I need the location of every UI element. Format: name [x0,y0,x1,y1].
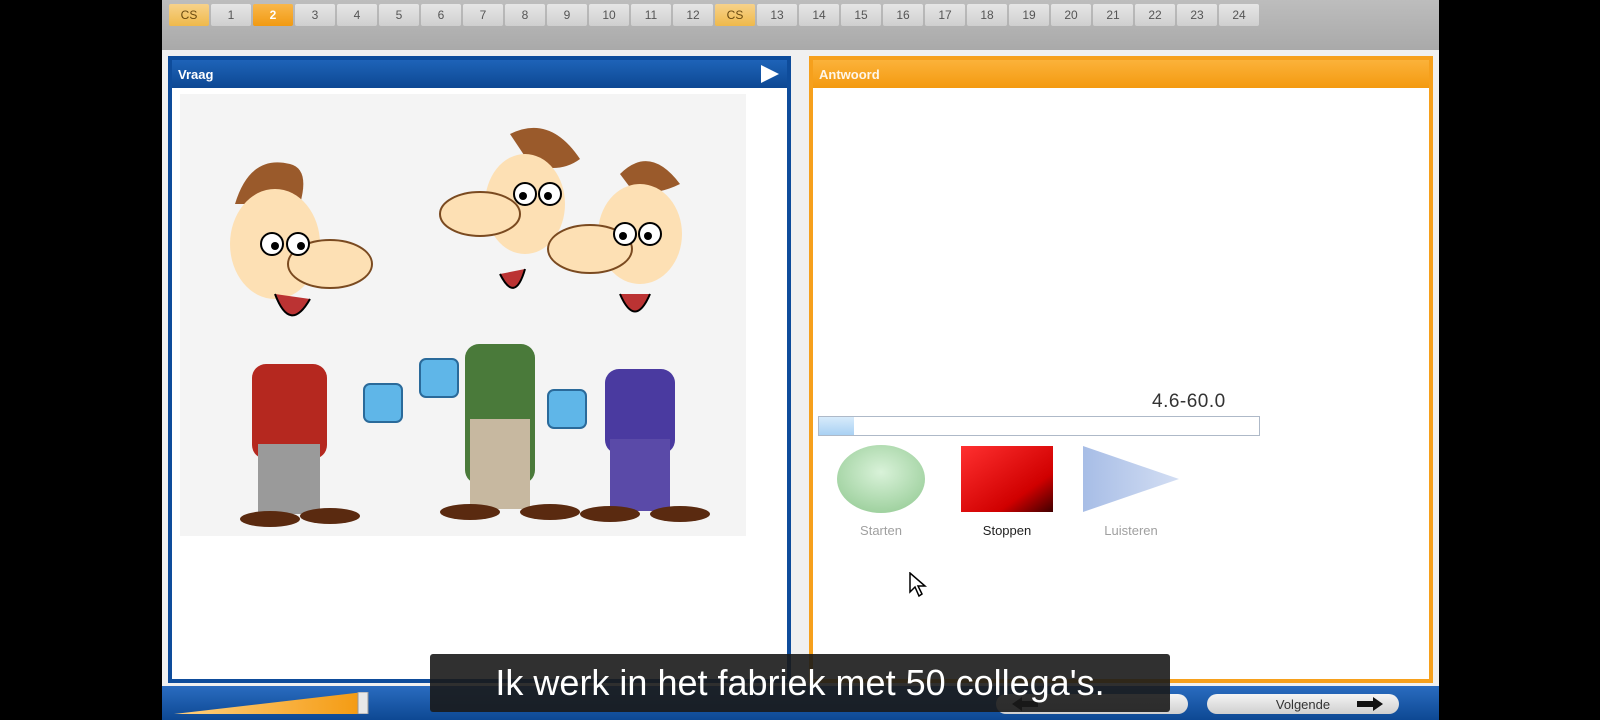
recording-timer: 4.6-60.0 [1152,391,1226,412]
nav-item-15[interactable]: 15 [841,4,881,26]
listen-button[interactable]: Luisteren [1081,444,1181,538]
nav-item-9[interactable]: 9 [547,4,587,26]
nav-item-3[interactable]: 3 [295,4,335,26]
three-men-with-coffee-illustration [180,94,746,536]
listen-label: Luisteren [1104,523,1158,538]
nav-item-23[interactable]: 23 [1177,4,1217,26]
nav-item-11[interactable]: 11 [631,4,671,26]
play-triangle-icon [1083,446,1179,512]
nav-item-13[interactable]: 13 [757,4,797,26]
recording-progress-bar [818,416,1260,436]
nav-item-12[interactable]: 12 [673,4,713,26]
start-label: Starten [860,523,902,538]
nav-item-cs[interactable]: CS [715,4,755,26]
nav-item-21[interactable]: 21 [1093,4,1133,26]
nav-item-14[interactable]: 14 [799,4,839,26]
play-icon[interactable] [759,63,781,85]
nav-item-4[interactable]: 4 [337,4,377,26]
nav-item-cs[interactable]: CS [169,4,209,26]
stop-square-icon [961,446,1053,512]
answer-title: Antwoord [819,67,880,82]
stop-label: Stoppen [982,523,1032,538]
record-circle-icon [837,445,925,513]
answer-panel: Antwoord 4.6-60.0 Starten Stoppen Luiste… [809,56,1433,683]
arrow-right-icon [1357,697,1383,711]
question-title: Vraag [178,67,214,82]
answer-header: Antwoord [813,60,1429,88]
nav-item-16[interactable]: 16 [883,4,923,26]
mouse-cursor-icon [909,572,928,598]
nav-item-24[interactable]: 24 [1219,4,1259,26]
question-navigation-bar: CS 1 2 3 4 5 6 7 8 9 10 11 12 CS 13 14 15 16 17 18 19 20 21 22 2… [162,0,1439,50]
stop-recording-button[interactable]: Stoppen [957,444,1057,538]
nav-item-8[interactable]: 8 [505,4,545,26]
nav-item-5[interactable]: 5 [379,4,419,26]
nav-item-17[interactable]: 17 [925,4,965,26]
start-recording-button[interactable]: Starten [835,444,927,538]
nav-item-22[interactable]: 22 [1135,4,1175,26]
nav-item-19[interactable]: 19 [1009,4,1049,26]
nav-item-7[interactable]: 7 [463,4,503,26]
nav-item-1[interactable]: 1 [211,4,251,26]
question-number-strip: CS 1 2 3 4 5 6 7 8 9 10 11 12 CS 13 14 15 16 17 18 19 20 21 22 2… [169,4,1259,26]
nav-item-2[interactable]: 2 [253,4,293,26]
app-window: CS 1 2 3 4 5 6 7 8 9 10 11 12 CS 13 14 15 16 17 18 19 20 21 22 2… [162,0,1439,720]
nav-item-20[interactable]: 20 [1051,4,1091,26]
question-panel: Vraag [168,56,791,683]
next-button[interactable]: Volgende [1207,694,1399,714]
question-header: Vraag [172,60,787,88]
video-subtitle: Ik werk in het fabriek met 50 collega's. [430,654,1170,712]
recording-progress-fill [819,417,855,435]
nav-item-6[interactable]: 6 [421,4,461,26]
nav-item-18[interactable]: 18 [967,4,1007,26]
volume-slider[interactable] [174,692,370,714]
nav-item-10[interactable]: 10 [589,4,629,26]
